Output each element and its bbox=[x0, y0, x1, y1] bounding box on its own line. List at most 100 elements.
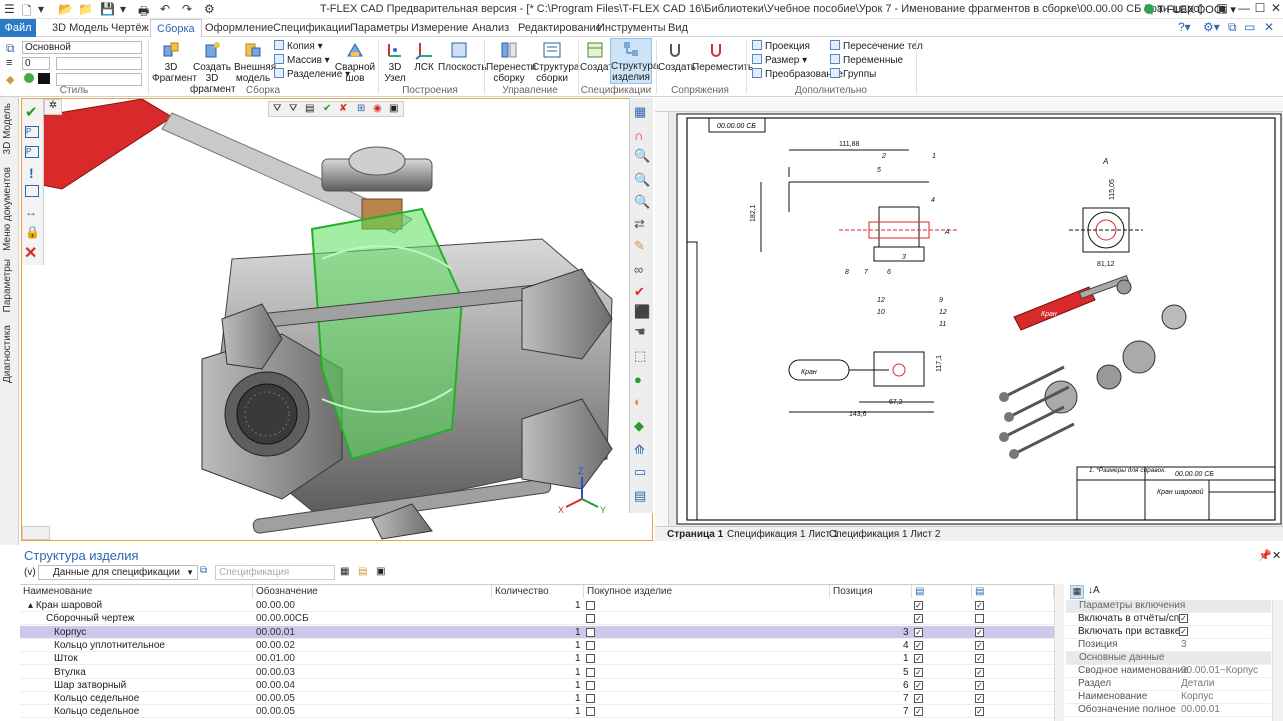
color-swatch[interactable] bbox=[38, 73, 50, 84]
3d-viewport[interactable]: Z Y X bbox=[21, 98, 653, 541]
col-purchased[interactable]: Покупное изделие bbox=[584, 585, 830, 598]
table-row[interactable]: Шток 00.01.00 1 1 ✓ ✓ bbox=[20, 652, 1054, 666]
projection-button[interactable]: Проекция bbox=[752, 40, 810, 53]
purchased-checkbox[interactable] bbox=[586, 680, 595, 690]
purchased-checkbox[interactable] bbox=[586, 614, 595, 624]
tab-assembly[interactable]: Сборка bbox=[150, 19, 202, 38]
table-row[interactable]: Кольцо седельное 00.00.05 1 7 ✓ ✓ bbox=[20, 692, 1054, 706]
side-tab-diagnostics[interactable]: Диагностика bbox=[2, 325, 13, 383]
folder-icon[interactable]: 📁 bbox=[78, 2, 93, 16]
pencil-icon[interactable]: ✎ bbox=[634, 238, 645, 254]
material-icon[interactable] bbox=[24, 73, 34, 83]
report-checkbox[interactable]: ✓ bbox=[914, 601, 923, 610]
tab-specs[interactable]: Спецификации bbox=[273, 19, 350, 37]
col-qty[interactable]: Количество bbox=[492, 585, 584, 598]
tab-drawing[interactable]: Чертёж bbox=[111, 19, 149, 37]
col-code[interactable]: Обозначение bbox=[253, 585, 492, 598]
report-checkbox[interactable]: ✓ bbox=[914, 654, 923, 664]
tab-measure[interactable]: Измерение bbox=[411, 19, 468, 37]
report-checkbox[interactable]: ✓ bbox=[914, 680, 923, 690]
purchased-checkbox[interactable] bbox=[586, 694, 595, 704]
panel-close-icon[interactable]: ✕ bbox=[1264, 20, 1274, 34]
purchased-checkbox[interactable] bbox=[586, 627, 595, 637]
tab-analysis[interactable]: Анализ bbox=[472, 19, 509, 37]
table-row[interactable]: Шар затворный 00.00.04 1 6 ✓ ✓ bbox=[20, 679, 1054, 692]
tab-spec-sheet-2[interactable]: Спецификация 1 Лист 2 bbox=[829, 528, 940, 541]
app-logo-icon[interactable]: ☰ bbox=[4, 2, 15, 16]
report-checkbox[interactable]: ✓ bbox=[914, 640, 923, 650]
body-intersection-button[interactable]: Пересечение тел bbox=[830, 40, 923, 53]
prop-include-report[interactable]: Включать в отчёты/сп ✓ bbox=[1066, 613, 1271, 626]
zoom-icon[interactable]: 🔍 bbox=[634, 148, 650, 164]
col-name[interactable]: Наименование bbox=[20, 585, 253, 598]
panel-min-icon[interactable]: ▭ bbox=[1244, 20, 1255, 34]
insert-checkbox[interactable]: ✓ bbox=[975, 640, 984, 650]
insert-checkbox[interactable] bbox=[975, 614, 984, 624]
grid-icon[interactable] bbox=[25, 185, 39, 197]
table-view-icon[interactable]: ▤ bbox=[358, 566, 367, 577]
lock-icon[interactable]: 🔒 bbox=[25, 225, 40, 239]
sphere-icon[interactable]: ● bbox=[634, 372, 642, 387]
camera-icon[interactable]: ▭ bbox=[634, 464, 646, 480]
purchased-checkbox[interactable] bbox=[586, 601, 595, 610]
cancel-x-icon[interactable]: ✕ bbox=[24, 243, 37, 263]
include-report-checkbox[interactable]: ✓ bbox=[1179, 614, 1188, 623]
filter3-icon[interactable]: ▤ bbox=[305, 103, 314, 114]
lcs-button[interactable]: ЛСК bbox=[410, 40, 438, 73]
prop-full-code[interactable]: Обозначение полное 00.00.01 bbox=[1066, 704, 1271, 717]
saveall-icon[interactable]: ▾ bbox=[120, 2, 126, 16]
option-icon[interactable]: P bbox=[25, 126, 39, 138]
linetype-select[interactable] bbox=[56, 57, 142, 70]
table-row[interactable]: Корпус 00.00.01 1 3 ✓ ✓ bbox=[20, 625, 1054, 639]
groups-button[interactable]: Группы bbox=[830, 68, 876, 81]
prop-position[interactable]: Позиция 3 bbox=[1066, 639, 1271, 652]
external-model-button[interactable]: Внешняя модель bbox=[234, 40, 276, 84]
check-red-icon[interactable]: ✔ bbox=[634, 284, 645, 300]
categorized-icon[interactable]: ▦ bbox=[1070, 585, 1084, 599]
tab-file[interactable]: Файл bbox=[0, 19, 36, 37]
dimension-button[interactable]: Размер ▾ bbox=[752, 54, 807, 67]
settings-icon[interactable]: ⚙ bbox=[204, 2, 215, 16]
help-icon[interactable]: ?▾ bbox=[1178, 20, 1191, 34]
zoom-fit-icon[interactable]: 🔍 bbox=[634, 194, 650, 210]
pin-icon[interactable]: 📌 bbox=[1258, 549, 1272, 562]
tab-parameters[interactable]: Параметры bbox=[350, 19, 409, 37]
side-tab-3d-model[interactable]: 3D Модель bbox=[2, 103, 13, 154]
close-button[interactable]: ✕ bbox=[1264, 1, 1283, 17]
prop-summary-name[interactable]: Сводное наименование 00.00.01~Корпус bbox=[1066, 665, 1271, 678]
cube-icon[interactable]: ⬛ bbox=[634, 304, 650, 320]
glasses-icon[interactable]: ∞ bbox=[634, 262, 643, 277]
product-structure-button[interactable]: Структура изделия bbox=[610, 38, 658, 84]
gear-small-icon[interactable]: ✲ bbox=[44, 99, 62, 115]
props-section-main[interactable]: Основные данные bbox=[1066, 652, 1271, 665]
panel-close-button[interactable]: ✕ bbox=[1272, 549, 1281, 562]
info-icon[interactable]: ! bbox=[29, 165, 34, 181]
purchased-checkbox[interactable] bbox=[586, 707, 595, 717]
tab-page-1[interactable]: Страница 1 bbox=[667, 528, 723, 541]
layer-select[interactable]: Основной bbox=[22, 41, 142, 54]
open-folder-icon[interactable]: ▾ bbox=[38, 2, 44, 16]
include-insert-checkbox[interactable]: ✓ bbox=[1179, 627, 1188, 636]
move-assembly-button[interactable]: Перенести сборку bbox=[486, 40, 536, 84]
copy-button[interactable]: Копия ▾ bbox=[274, 40, 323, 53]
purchased-checkbox[interactable] bbox=[586, 667, 595, 677]
filter2-icon[interactable]: ⛛ bbox=[289, 103, 297, 114]
table-row[interactable]: Сборочный чертеж 00.00.00СБ ✓ bbox=[20, 612, 1054, 626]
side-tab-doc-menu[interactable]: Меню документов bbox=[2, 167, 13, 251]
tab-view[interactable]: Вид bbox=[668, 19, 688, 37]
3d-node-button[interactable]: 3D Узел bbox=[382, 40, 408, 84]
drawing-canvas[interactable]: 00.00.00 СБ 111,88 182,1 2 1 5 4 A 8 7 6… bbox=[669, 112, 1283, 526]
report-checkbox[interactable]: ✓ bbox=[914, 627, 923, 637]
report-checkbox[interactable]: ✓ bbox=[914, 614, 923, 624]
props-scrollbar[interactable] bbox=[1272, 600, 1283, 721]
props-section-inclusion[interactable]: Параметры включения bbox=[1066, 600, 1271, 613]
check-all-icon[interactable]: ✔ bbox=[323, 103, 331, 114]
purchased-checkbox[interactable] bbox=[586, 654, 595, 664]
3d-fragment-button[interactable]: 3D Фрагмент bbox=[152, 40, 197, 84]
insert-checkbox[interactable]: ✓ bbox=[975, 667, 984, 677]
undo-icon[interactable]: ↶ bbox=[160, 2, 170, 16]
insert-checkbox[interactable]: ✓ bbox=[975, 707, 984, 717]
insert-checkbox[interactable]: ✓ bbox=[975, 654, 984, 664]
view-cube-icon[interactable]: ⬚ bbox=[634, 348, 646, 364]
plane-button[interactable]: Плоскость bbox=[438, 40, 487, 73]
